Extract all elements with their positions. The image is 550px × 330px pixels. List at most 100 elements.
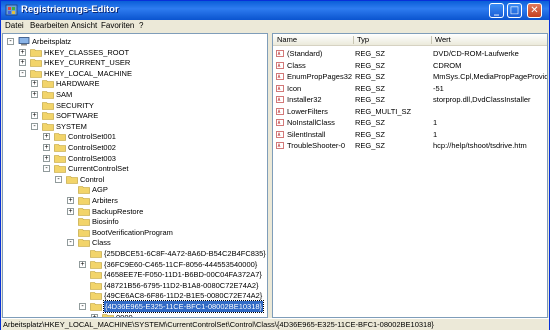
expand-icon[interactable]: + xyxy=(31,112,38,120)
expand-icon[interactable]: + xyxy=(67,197,74,204)
title-bar[interactable]: Registrierungs-Editor _ □ ✕ xyxy=(1,1,549,20)
tree-item-label[interactable]: CurrentControlSet xyxy=(68,163,128,174)
tree-item[interactable]: + SOFTWARE xyxy=(3,110,267,121)
collapse-icon[interactable]: - xyxy=(31,122,38,130)
tree-item[interactable]: - HKEY_LOCAL_MACHINE xyxy=(3,68,267,79)
tree-item-label[interactable]: Class xyxy=(92,237,111,248)
expand-icon[interactable]: + xyxy=(19,59,26,67)
menu-datei[interactable]: Datei xyxy=(5,21,24,30)
tree-item-label[interactable]: {48721B56-6795-11D2-B1A8-0080C72E74A2} xyxy=(104,280,259,291)
tree-item-label[interactable]: SYSTEM xyxy=(56,121,87,132)
tree-item[interactable]: {48721B56-6795-11D2-B1A8-0080C72E74A2} xyxy=(3,280,267,291)
folder-icon xyxy=(54,154,66,163)
tree-item[interactable]: - Class xyxy=(3,237,267,248)
value-row[interactable]: Class REG_SZ CDROM xyxy=(273,60,547,71)
expand-icon[interactable]: + xyxy=(79,260,86,268)
collapse-icon[interactable]: - xyxy=(55,175,62,183)
expand-icon[interactable]: + xyxy=(19,48,26,56)
tree-item-label[interactable]: ControlSet002 xyxy=(68,142,116,153)
tree-item-label[interactable]: {4D36E965-E325-11CE-BFC1-08002BE10318} xyxy=(102,300,265,313)
column-separator[interactable] xyxy=(431,36,432,44)
tree-item[interactable]: + BackupRestore xyxy=(3,206,267,217)
tree-item-label[interactable]: {25DBCE51-6C8F-4A72-8A6D-B54C2B4FC835} xyxy=(104,248,266,259)
value-row[interactable]: TroubleShooter-0 REG_SZ hcp://help/tshoot/… xyxy=(273,140,547,151)
menu-favoriten[interactable]: Favoriten xyxy=(101,21,134,30)
tree-item[interactable]: {4658EE7E-F050-11D1-B6BD-00C04FA372A7} xyxy=(3,269,267,280)
column-separator[interactable] xyxy=(353,36,354,44)
tree-item[interactable]: - CurrentControlSet xyxy=(3,163,267,174)
tree-item-label[interactable]: HARDWARE xyxy=(56,78,99,89)
tree-item-label[interactable]: HKEY_LOCAL_MACHINE xyxy=(44,68,132,79)
tree-item-label[interactable]: {36FC9E60-C465-11CF-8056-444553540000} xyxy=(104,259,257,270)
value-row[interactable]: (Standard) REG_SZ DVD/CD-ROM-Laufwerke xyxy=(273,48,547,59)
tree-item[interactable]: + ControlSet001 xyxy=(3,131,267,142)
value-row[interactable]: EnumPropPages32 REG_SZ MmSys.Cpl,MediaProp… xyxy=(273,71,547,82)
collapse-icon[interactable]: - xyxy=(19,69,26,77)
tree-item[interactable]: - {4D36E965-E325-11CE-BFC1-08002BE10318} xyxy=(3,300,267,313)
tree-item[interactable]: + HARDWARE xyxy=(3,78,267,89)
expand-icon[interactable]: + xyxy=(43,133,50,141)
tree-item[interactable]: {49CE6AC8-6F86-11D2-B1E5-0080C72E74A2} xyxy=(3,290,267,301)
expand-icon[interactable]: + xyxy=(67,207,74,215)
tree-item[interactable]: BootVerificationProgram xyxy=(3,227,267,238)
value-name: NoInstallClass xyxy=(287,118,335,127)
values-pane[interactable]: Name Typ Wert (Standard) REG_SZ DVD/CD-ROM… xyxy=(272,33,548,318)
value-row[interactable]: LowerFilters REG_MULTI_SZ xyxy=(273,106,547,117)
tree-item-label[interactable]: BackupRestore xyxy=(92,206,143,217)
tree-item-label[interactable]: HKEY_CLASSES_ROOT xyxy=(44,47,129,58)
minimize-button[interactable]: _ xyxy=(489,3,504,18)
tree-item[interactable]: - SYSTEM xyxy=(3,121,267,132)
collapse-icon[interactable]: - xyxy=(67,239,74,247)
column-header-data[interactable]: Wert xyxy=(435,35,451,44)
tree-item-label[interactable]: AGP xyxy=(92,184,108,195)
menu-bearbeiten[interactable]: Bearbeiten xyxy=(30,21,69,30)
tree-item-label[interactable]: ControlSet003 xyxy=(68,153,116,164)
tree-item[interactable]: - Control xyxy=(3,174,267,185)
value-row[interactable]: SilentInstall REG_SZ 1 xyxy=(273,129,547,140)
value-row[interactable]: Installer32 REG_SZ storprop.dll,DvdClassIn… xyxy=(273,94,547,105)
collapse-icon[interactable]: - xyxy=(43,165,50,173)
tree-item-label[interactable]: BootVerificationProgram xyxy=(92,227,173,238)
tree-item[interactable]: + {36FC9E60-C465-11CF-8056-444553540000} xyxy=(3,259,267,270)
column-header-name[interactable]: Name xyxy=(277,35,297,44)
tree-item-label[interactable]: SOFTWARE xyxy=(56,110,98,121)
tree-item-label[interactable]: HKEY_CURRENT_USER xyxy=(44,57,130,68)
tree-item[interactable]: {25DBCE51-6C8F-4A72-8A6D-B54C2B4FC835} xyxy=(3,248,267,259)
tree-item[interactable]: - Arbeitsplatz xyxy=(3,36,267,47)
collapse-icon[interactable]: - xyxy=(79,303,86,310)
value-row[interactable]: NoInstallClass REG_SZ 1 xyxy=(273,117,547,128)
tree-item-label[interactable]: Control xyxy=(80,174,104,185)
maximize-button[interactable]: □ xyxy=(507,3,522,18)
folder-icon xyxy=(90,260,102,269)
tree-item-label[interactable]: Arbeitsplatz xyxy=(32,36,71,47)
tree-item-label[interactable]: {4658EE7E-F050-11D1-B6BD-00C04FA372A7} xyxy=(104,269,262,280)
tree-item[interactable]: + ControlSet002 xyxy=(3,142,267,153)
close-button[interactable]: ✕ xyxy=(527,3,542,18)
tree-item[interactable]: + SAM xyxy=(3,89,267,100)
tree-item[interactable]: + Arbiters xyxy=(3,195,267,206)
expand-icon[interactable]: + xyxy=(43,154,50,162)
menu-ansicht[interactable]: Ansicht xyxy=(71,21,97,30)
tree-item-label[interactable]: SECURITY xyxy=(56,100,94,111)
tree-item-label[interactable]: Arbiters xyxy=(92,195,118,206)
value-row[interactable]: Icon REG_SZ -51 xyxy=(273,83,547,94)
expand-icon[interactable]: + xyxy=(31,80,38,88)
tree-item-label[interactable]: {49CE6AC8-6F86-11D2-B1E5-0080C72E74A2} xyxy=(104,290,262,301)
menu-help[interactable]: ? xyxy=(139,21,143,30)
tree-item-label[interactable]: SAM xyxy=(56,89,72,100)
tree-item[interactable]: SECURITY xyxy=(3,100,267,111)
tree-item[interactable]: Biosinfo xyxy=(3,216,267,227)
folder-icon xyxy=(66,175,78,184)
folder-icon xyxy=(42,101,54,110)
tree-item-label[interactable]: Biosinfo xyxy=(92,216,119,227)
tree-item[interactable]: + HKEY_CLASSES_ROOT xyxy=(3,47,267,58)
tree-item-label[interactable]: ControlSet001 xyxy=(68,131,116,142)
expand-icon[interactable]: + xyxy=(43,144,50,151)
column-header-type[interactable]: Typ xyxy=(357,35,369,44)
tree-item[interactable]: + ControlSet003 xyxy=(3,153,267,164)
tree-item[interactable]: AGP xyxy=(3,184,267,195)
key-tree-pane[interactable]: - Arbeitsplatz + HKEY_CLASSES_ROOT + HKEY_CUR… xyxy=(2,33,268,318)
collapse-icon[interactable]: - xyxy=(7,38,14,45)
tree-item[interactable]: + HKEY_CURRENT_USER xyxy=(3,57,267,68)
expand-icon[interactable]: + xyxy=(31,91,38,98)
